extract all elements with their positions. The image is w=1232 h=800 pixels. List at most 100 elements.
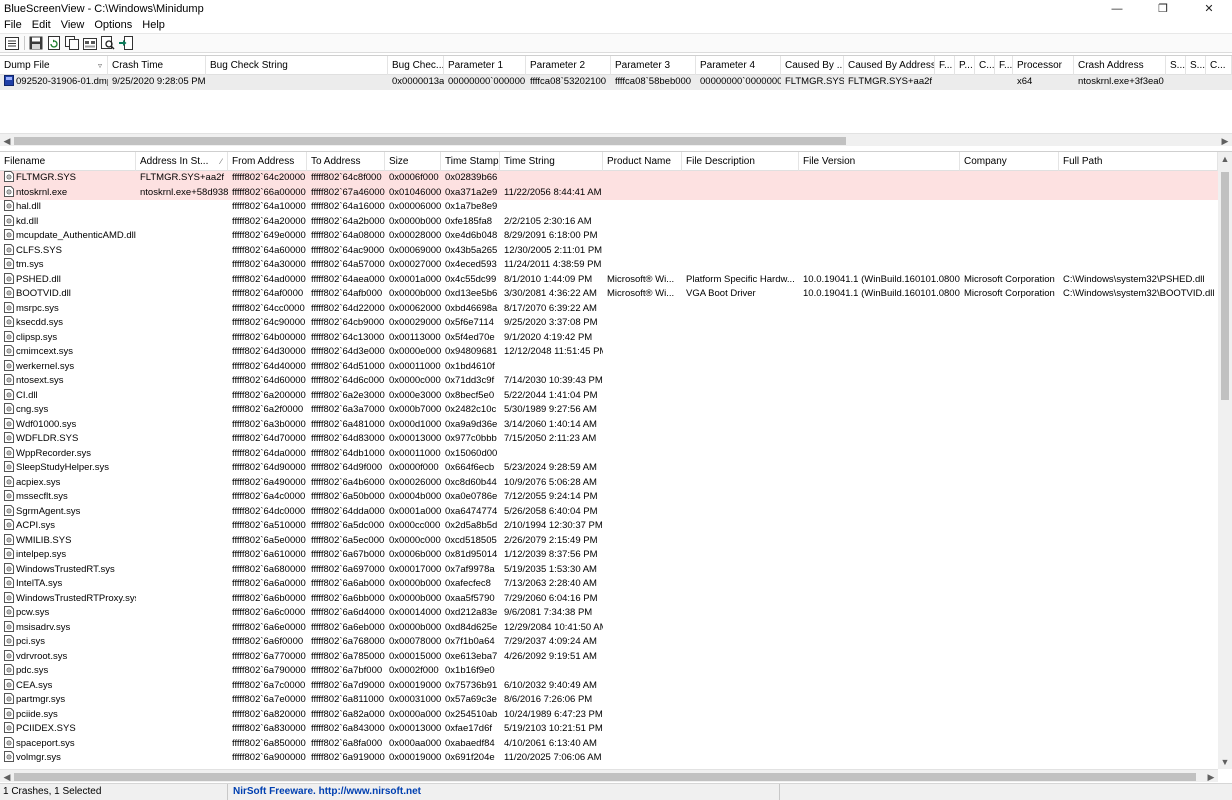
column-header[interactable]: Processor xyxy=(1013,56,1074,75)
column-header[interactable]: C... xyxy=(975,56,995,75)
module-row[interactable]: ACPI.sys fffff802`6a510000 fffff802`6a5dc0… xyxy=(0,519,1218,534)
column-header[interactable]: Product Name xyxy=(603,152,682,171)
module-row[interactable]: ntosext.sys fffff802`64d60000 fffff802`64d… xyxy=(0,374,1218,389)
column-header[interactable]: S... xyxy=(1186,56,1206,75)
column-header[interactable]: S... xyxy=(1166,56,1186,75)
module-row[interactable]: FLTMGR.SYS FLTMGR.SYS+aa2f fffff802`64c200… xyxy=(0,171,1218,186)
nirsoft-link[interactable]: NirSoft Freeware. http://www.nirsoft.net xyxy=(228,783,780,800)
properties-button[interactable] xyxy=(4,35,20,51)
menu-edit[interactable]: Edit xyxy=(27,19,56,31)
crash-list-hscroll-thumb[interactable] xyxy=(14,137,846,145)
menu-help[interactable]: Help xyxy=(137,19,170,31)
module-row[interactable]: tm.sys fffff802`64a30000 fffff802`64a57000… xyxy=(0,258,1218,273)
menu-options[interactable]: Options xyxy=(89,19,137,31)
module-row[interactable]: ntoskrnl.exe ntoskrnl.exe+58d938 fffff802`… xyxy=(0,185,1218,200)
crash-list-hscrollbar[interactable]: ◀ ▶ xyxy=(0,133,1232,146)
module-row[interactable]: BOOTVID.dll fffff802`64af0000 fffff802`64a… xyxy=(0,287,1218,302)
module-row[interactable]: werkernel.sys fffff802`64d40000 fffff802`6… xyxy=(0,359,1218,375)
column-header[interactable]: Filename xyxy=(0,152,136,171)
module-row[interactable]: WindowsTrustedRT.sys fffff802`6a680000 fff… xyxy=(0,562,1218,578)
scroll-right-arrow-icon[interactable]: ▶ xyxy=(1218,134,1232,146)
close-button[interactable]: ✕ xyxy=(1186,0,1232,17)
module-row[interactable]: CI.dll fffff802`6a200000 fffff802`6a2e3000… xyxy=(0,388,1218,404)
column-header[interactable]: Time String xyxy=(500,152,603,171)
module-row[interactable]: msisadrv.sys fffff802`6a6e0000 fffff802`6a… xyxy=(0,620,1218,636)
crash-row[interactable]: 092520-31906-01.dmp 9/25/2020 9:28:05 PM 0… xyxy=(0,75,1232,90)
module-row[interactable]: acpiex.sys fffff802`6a490000 fffff802`6a4b… xyxy=(0,475,1218,491)
module-list-vscroll-thumb[interactable] xyxy=(1221,172,1229,400)
copy-button[interactable] xyxy=(64,35,80,51)
module-row[interactable]: intelpep.sys fffff802`6a610000 fffff802`6a… xyxy=(0,548,1218,563)
module-row[interactable]: SleepStudyHelper.sys fffff802`64d90000 fff… xyxy=(0,461,1218,476)
column-header[interactable]: Caused By ... xyxy=(781,56,844,75)
column-header[interactable]: To Address xyxy=(307,152,385,171)
module-row[interactable]: WDFLDR.SYS fffff802`64d70000 fffff802`64d8… xyxy=(0,432,1218,447)
module-row[interactable]: volmgr.sys fffff802`6a900000 fffff802`6a91… xyxy=(0,751,1218,766)
module-row[interactable]: IntelTA.sys fffff802`6a6a0000 fffff802`6a6… xyxy=(0,577,1218,592)
module-row[interactable]: PCIIDEX.SYS fffff802`6a830000 fffff802`6a8… xyxy=(0,722,1218,737)
module-row[interactable]: Wdf01000.sys fffff802`6a3b0000 fffff802`6a… xyxy=(0,417,1218,433)
column-header[interactable]: Time Stamp xyxy=(441,152,500,171)
module-row[interactable]: mssecflt.sys fffff802`6a4c0000 fffff802`6a… xyxy=(0,490,1218,505)
column-header[interactable]: Company xyxy=(960,152,1059,171)
scroll-down-arrow-icon[interactable]: ▼ xyxy=(1218,755,1232,769)
options-button[interactable] xyxy=(82,35,98,51)
module-row[interactable]: CEA.sys fffff802`6a7c0000 fffff802`6a7d900… xyxy=(0,678,1218,694)
column-header[interactable]: File Version xyxy=(799,152,960,171)
column-header[interactable]: P... xyxy=(955,56,975,75)
module-row[interactable]: pci.sys fffff802`6a6f0000 fffff802`6a76800… xyxy=(0,635,1218,650)
module-row[interactable]: cng.sys fffff802`6a2f0000 fffff802`6a3a700… xyxy=(0,403,1218,418)
maximize-button[interactable]: ❐ xyxy=(1140,0,1186,17)
column-header[interactable]: Size xyxy=(385,152,441,171)
module-row[interactable]: WppRecorder.sys fffff802`64da0000 fffff802… xyxy=(0,446,1218,462)
module-row[interactable]: ksecdd.sys fffff802`64c90000 fffff802`64cb… xyxy=(0,316,1218,331)
module-row[interactable]: PSHED.dll fffff802`64ad0000 fffff802`64aea… xyxy=(0,272,1218,288)
find-button[interactable] xyxy=(100,35,116,51)
scroll-right-arrow-icon[interactable]: ▶ xyxy=(1204,770,1218,782)
module-row[interactable]: WindowsTrustedRTProxy.sys fffff802`6a6b00… xyxy=(0,591,1218,607)
menu-view[interactable]: View xyxy=(56,19,90,31)
module-row[interactable]: SgrmAgent.sys fffff802`64dc0000 fffff802`6… xyxy=(0,504,1218,520)
column-header[interactable]: Crash Address xyxy=(1074,56,1166,75)
module-row[interactable]: CLFS.SYS fffff802`64a60000 fffff802`64ac90… xyxy=(0,243,1218,259)
column-header[interactable]: Caused By Address xyxy=(844,56,935,75)
module-row[interactable]: vdrvroot.sys fffff802`6a770000 fffff802`6a… xyxy=(0,649,1218,665)
module-row[interactable]: pcw.sys fffff802`6a6c0000 fffff802`6a6d400… xyxy=(0,606,1218,621)
module-row[interactable]: cmimcext.sys fffff802`64d30000 fffff802`64… xyxy=(0,345,1218,360)
refresh-button[interactable] xyxy=(46,35,62,51)
column-header[interactable]: F... xyxy=(935,56,955,75)
module-row[interactable]: msrpc.sys fffff802`64cc0000 fffff802`64d22… xyxy=(0,301,1218,317)
column-header[interactable]: Dump File ▿ xyxy=(0,56,108,75)
module-row[interactable]: spaceport.sys fffff802`6a850000 fffff802`6… xyxy=(0,736,1218,752)
column-header[interactable]: Parameter 4 xyxy=(696,56,781,75)
column-header[interactable]: File Description xyxy=(682,152,799,171)
scroll-up-arrow-icon[interactable]: ▲ xyxy=(1218,152,1232,166)
column-header[interactable]: Bug Chec... xyxy=(388,56,444,75)
save-button[interactable] xyxy=(28,35,44,51)
module-row[interactable]: hal.dll fffff802`64a10000 fffff802`64a1600… xyxy=(0,200,1218,215)
column-header[interactable]: Parameter 2 xyxy=(526,56,611,75)
scroll-left-arrow-icon[interactable]: ◀ xyxy=(0,770,14,782)
module-row[interactable]: WMILIB.SYS fffff802`6a5e0000 fffff802`6a5e… xyxy=(0,533,1218,549)
column-header[interactable]: Parameter 3 xyxy=(611,56,696,75)
menu-file[interactable]: File xyxy=(0,19,27,31)
column-header[interactable]: From Address xyxy=(228,152,307,171)
minimize-button[interactable]: — xyxy=(1094,0,1140,17)
module-row[interactable]: pciide.sys fffff802`6a820000 fffff802`6a82… xyxy=(0,707,1218,723)
scroll-left-arrow-icon[interactable]: ◀ xyxy=(0,134,14,146)
column-header[interactable]: Crash Time xyxy=(108,56,206,75)
column-header[interactable]: F... xyxy=(995,56,1013,75)
module-row[interactable]: kd.dll fffff802`64a20000 fffff802`64a2b000… xyxy=(0,214,1218,230)
module-row[interactable]: partmgr.sys fffff802`6a7e0000 fffff802`6a8… xyxy=(0,693,1218,708)
exit-button[interactable] xyxy=(118,35,134,51)
column-header[interactable]: C... xyxy=(1206,56,1232,75)
module-row[interactable]: mcupdate_AuthenticAMD.dll fffff802`649e00… xyxy=(0,229,1218,244)
module-list-hscroll-thumb[interactable] xyxy=(14,773,1196,781)
column-header[interactable]: Full Path xyxy=(1059,152,1218,171)
module-list-hscrollbar[interactable]: ◀ ▶ xyxy=(0,769,1218,782)
column-header[interactable]: Address In St... ∕ xyxy=(136,152,228,171)
module-list-vscrollbar[interactable]: ▲ ▼ xyxy=(1218,152,1232,769)
module-row[interactable]: pdc.sys fffff802`6a790000 fffff802`6a7bf00… xyxy=(0,664,1218,679)
module-row[interactable]: clipsp.sys fffff802`64b00000 fffff802`64c1… xyxy=(0,330,1218,346)
column-header[interactable]: Bug Check String xyxy=(206,56,388,75)
